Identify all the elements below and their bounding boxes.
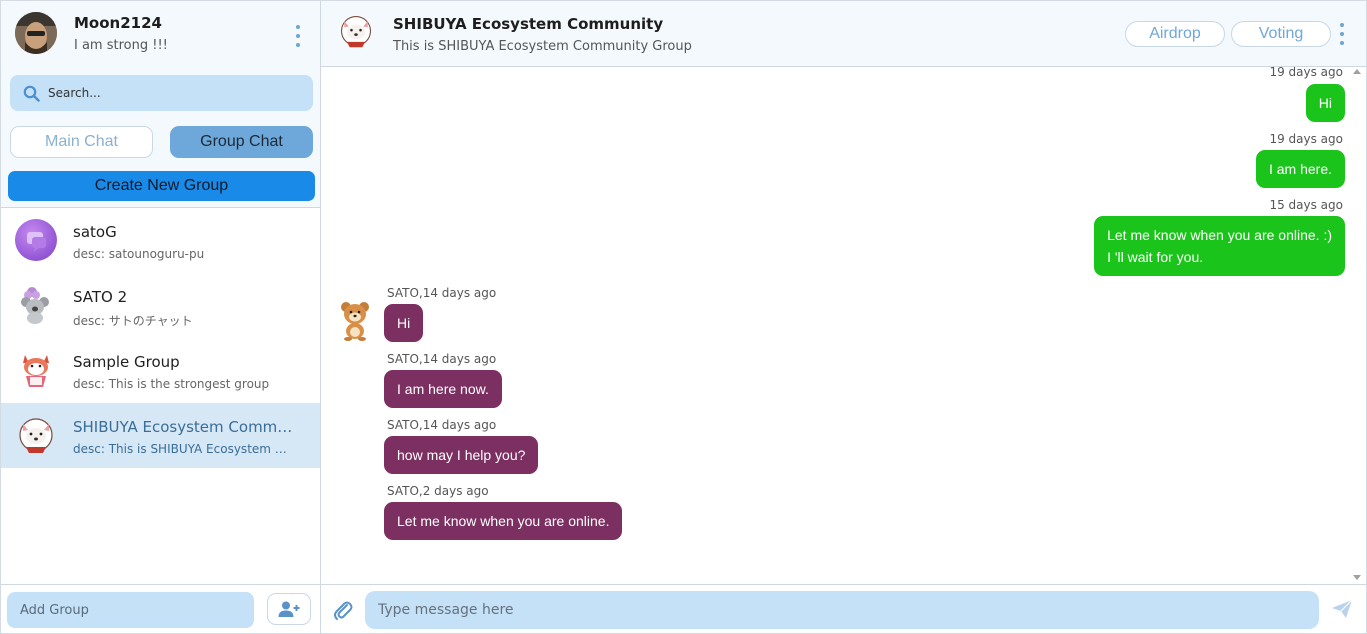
message-meta: SATO,14 days ago [387, 418, 497, 432]
message-meta: SATO,14 days ago [387, 352, 497, 366]
create-group-button[interactable]: Create New Group [8, 171, 315, 201]
outgoing-message: Hi [1305, 84, 1345, 122]
chat-subtitle: This is SHIBUYA Ecosystem Community Grou… [393, 39, 692, 54]
outgoing-message: Let me know when you are online. :) I 'l… [1094, 216, 1345, 276]
message-input[interactable] [365, 591, 1319, 629]
message-text: I 'll wait for you. [1107, 249, 1204, 265]
chat-header: SHIBUYA Ecosystem Community This is SHIB… [321, 1, 1366, 67]
message-time: 19 days ago [1269, 132, 1343, 146]
send-button[interactable] [1331, 599, 1353, 623]
group-name: SATO 2 [73, 288, 128, 306]
list-item[interactable]: SATO 2 desc: サトのチャット [1, 273, 320, 338]
list-item[interactable]: Sample Group desc: This is the strongest… [1, 338, 320, 403]
attach-button[interactable] [333, 599, 353, 625]
chat-app: Moon2124 I am strong !!! Main Chat Group… [0, 0, 1367, 634]
message-time: 19 days ago [1269, 67, 1343, 79]
group-desc: desc: This is the strongest group [73, 377, 270, 391]
sidebar-header: Moon2124 I am strong !!! Main Chat Group… [1, 1, 320, 208]
tab-group-chat[interactable]: Group Chat [170, 126, 313, 158]
voting-button[interactable]: Voting [1231, 21, 1331, 47]
incoming-message: Hi [384, 304, 424, 342]
message-meta: SATO,14 days ago [387, 286, 497, 300]
message-list: 19 days ago Hi 19 days ago I am here. 15… [321, 67, 1366, 584]
profile-name: Moon2124 [74, 14, 162, 32]
koala-avatar-icon [15, 284, 57, 326]
add-user-button[interactable] [267, 593, 311, 625]
search-input[interactable] [48, 86, 288, 100]
list-item[interactable]: SHIBUYA Ecosystem Community Group desc: … [1, 403, 320, 468]
airdrop-button[interactable]: Airdrop [1125, 21, 1225, 47]
kebab-menu-icon[interactable] [1339, 23, 1345, 45]
group-list: satoG desc: satounoguru-pu SATO 2 desc: … [1, 208, 320, 584]
bear-avatar-icon [339, 301, 371, 341]
send-icon [1332, 599, 1353, 618]
shiba-white-avatar-icon [337, 12, 375, 50]
scroll-down-icon[interactable] [1353, 575, 1361, 580]
message-time: 15 days ago [1269, 198, 1343, 212]
shiba-white-avatar-icon [15, 414, 57, 456]
list-item[interactable]: satoG desc: satounoguru-pu [1, 208, 320, 273]
group-name: satoG [73, 223, 117, 241]
tab-main-chat[interactable]: Main Chat [10, 126, 153, 158]
group-desc: desc: サトのチャット [73, 314, 193, 328]
sidebar: Moon2124 I am strong !!! Main Chat Group… [1, 1, 321, 633]
scroll-up-icon[interactable] [1353, 69, 1361, 74]
outgoing-message: I am here. [1255, 150, 1345, 188]
message-text: I am here. [1268, 161, 1332, 177]
group-name: SHIBUYA Ecosystem Community Group [73, 418, 293, 436]
incoming-message: I am here now. [384, 370, 502, 408]
paperclip-icon [334, 601, 353, 620]
shiba-red-avatar-icon [15, 349, 57, 391]
group-name: Sample Group [73, 353, 180, 371]
message-text: Let me know when you are online. :) [1107, 227, 1332, 243]
add-group-input[interactable] [7, 592, 254, 628]
message-meta: SATO,2 days ago [387, 484, 489, 498]
profile-status: I am strong !!! [74, 38, 168, 53]
add-user-icon [278, 601, 300, 617]
composer [321, 584, 1366, 633]
purple-chat-avatar-icon [15, 219, 57, 261]
search-bar [10, 75, 313, 111]
message-text: Hi [1318, 95, 1332, 111]
incoming-message: Let me know when you are online. [384, 502, 623, 540]
group-desc: desc: This is SHIBUYA Ecosystem Communit… [73, 442, 293, 456]
scrollbar[interactable] [1348, 67, 1366, 584]
kebab-menu-icon[interactable] [295, 25, 301, 47]
chat-panel: SHIBUYA Ecosystem Community This is SHIB… [321, 1, 1366, 633]
avatar[interactable] [15, 12, 57, 54]
chat-title: SHIBUYA Ecosystem Community [393, 15, 664, 33]
search-icon [23, 85, 40, 102]
add-group-bar [1, 584, 320, 633]
incoming-message: how may I help you? [384, 436, 539, 474]
group-desc: desc: satounoguru-pu [73, 247, 205, 261]
